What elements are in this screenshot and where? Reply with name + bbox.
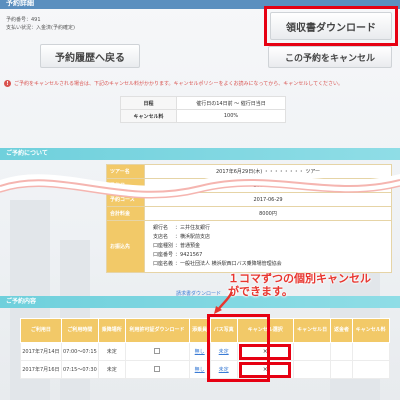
cell-bus-link[interactable]: 未定 xyxy=(209,360,238,379)
cell-cancel-date xyxy=(292,360,332,379)
header-bar: 予約詳細 xyxy=(0,0,400,9)
callout-text: １コマずつの個別キャンセル ができます。 xyxy=(228,272,371,298)
bank-row: 口座番号： 9421567 xyxy=(153,252,203,258)
column-header: キャンセル選択 xyxy=(236,318,294,343)
cell-permit xyxy=(124,360,190,379)
table-header-row: ご利用日 ご利用時間 乗降場所 利用許可証ダウンロード 添乗員 バス写真 キャン… xyxy=(20,318,391,343)
cancel-slot-button[interactable]: × xyxy=(239,361,292,378)
detail-value: 8000円 xyxy=(144,206,392,221)
bank-info: 銀行名：三井住友銀行 支店名：横浜駅前支店 口座種別：普通預金 口座番号： 942… xyxy=(144,220,392,273)
download-icon[interactable] xyxy=(154,365,161,372)
detail-key: お振込先 xyxy=(106,220,145,273)
cancel-notice: ! ご予約をキャンセルされる場合は、下記のキャンセル料がかかります。キャンセルポ… xyxy=(4,80,396,87)
cell-refund xyxy=(330,342,353,361)
table-row: 予約コース 2017-06-29 xyxy=(106,192,392,207)
table-row: 2017年7月14日 07:00〜07:15 未定 無し 未定 × xyxy=(20,342,391,361)
table-row: ツアー名 2017年6月29日(木) ・・・・・・・・ ツアー xyxy=(106,164,392,179)
cell-cancel-select: × xyxy=(236,360,294,379)
cell-permit xyxy=(124,342,190,361)
reservation-number: 予約番号：491 xyxy=(6,17,41,23)
column-header: ご利用時間 xyxy=(60,318,99,343)
column-header: 返金者 xyxy=(330,318,353,343)
receipt-download-button[interactable]: 領収書ダウンロード xyxy=(270,12,392,40)
payment-status: 支払い状況：入金済(予約確定) xyxy=(6,25,75,31)
cancel-slot-button[interactable]: × xyxy=(239,343,292,360)
section-header-about: ご予約について xyxy=(0,148,400,160)
cancel-reservation-button[interactable]: この予約をキャンセル xyxy=(268,46,392,68)
table-row: 合計料金 8000円 xyxy=(106,206,392,221)
cell-cancel-select: × xyxy=(236,342,294,361)
bank-row: 口座種別：普通預金 xyxy=(153,243,201,249)
detail-value: 2017-03-06 xyxy=(144,178,392,193)
policy-value: 催行日の14日前 〜 催行日当日 xyxy=(176,96,286,110)
cell-date: 2017年7月16日 xyxy=(20,360,62,379)
policy-key: 日程 xyxy=(120,96,177,110)
notice-text: ご予約をキャンセルされる場合は、下記のキャンセル料がかかります。キャンセルポリシ… xyxy=(14,81,343,87)
column-header: 利用許可証ダウンロード xyxy=(124,318,190,343)
cell-bus-link[interactable]: 未定 xyxy=(209,342,238,361)
cell-guide-link[interactable]: 無し xyxy=(188,360,211,379)
cell-guide-link[interactable]: 無し xyxy=(188,342,211,361)
cell-cancel-fee xyxy=(351,342,391,361)
detail-key: 予約コース xyxy=(106,192,145,207)
table-row: 予約日 2017-03-06 xyxy=(106,178,392,193)
policy-value: 100% xyxy=(176,109,286,123)
detail-key: 合計料金 xyxy=(106,206,145,221)
column-header: 添乗員 xyxy=(188,318,211,343)
bank-row: 銀行名：三井住友銀行 xyxy=(153,225,211,231)
download-icon[interactable] xyxy=(154,347,161,354)
column-header: キャンセル日 xyxy=(292,318,332,343)
table-row: 日程 催行日の14日前 〜 催行日当日 xyxy=(120,96,286,110)
cell-time: 07:15〜07:30 xyxy=(60,360,99,379)
column-header: バス写真 xyxy=(209,318,238,343)
detail-value: 2017-06-29 xyxy=(144,192,392,207)
cell-cancel-fee xyxy=(351,360,391,379)
arrow-icon xyxy=(214,291,234,314)
cell-place: 未定 xyxy=(97,342,126,361)
policy-key: キャンセル料 xyxy=(120,109,177,123)
table-row: お振込先 銀行名：三井住友銀行 支店名：横浜駅前支店 口座種別：普通預金 口座番… xyxy=(106,220,392,273)
reservation-contents-table: ご利用日 ご利用時間 乗降場所 利用許可証ダウンロード 添乗員 バス写真 キャン… xyxy=(20,318,391,379)
table-row: キャンセル料 100% xyxy=(120,109,286,123)
detail-key: ツアー名 xyxy=(106,164,145,179)
cell-refund xyxy=(330,360,353,379)
column-header: 乗降場所 xyxy=(97,318,126,343)
cancel-policy-table: 日程 催行日の14日前 〜 催行日当日 キャンセル料 100% xyxy=(120,96,286,123)
reservation-detail-table: ツアー名 2017年6月29日(木) ・・・・・・・・ ツアー 予約日 2017… xyxy=(106,164,392,273)
detail-key: 予約日 xyxy=(106,178,145,193)
column-header: キャンセル料 xyxy=(351,318,391,343)
column-header: ご利用日 xyxy=(20,318,62,343)
cell-date: 2017年7月14日 xyxy=(20,342,62,361)
cell-place: 未定 xyxy=(97,360,126,379)
bank-row: 支店名：横浜駅前支店 xyxy=(153,234,211,240)
page-title: 予約詳細 xyxy=(6,0,34,7)
back-to-history-button[interactable]: 予約履歴へ戻る xyxy=(40,44,140,68)
cell-time: 07:00〜07:15 xyxy=(60,342,99,361)
alert-icon: ! xyxy=(4,80,11,87)
bank-row: 口座名義：一般社団法人 横浜駅西口バス乗降場管理協会 xyxy=(153,261,282,267)
cell-cancel-date xyxy=(292,342,332,361)
reservation-meta: 予約番号：491 支払い状況：入金済(予約確定) xyxy=(6,16,75,32)
table-row: 2017年7月16日 07:15〜07:30 未定 無し 未定 × xyxy=(20,360,391,379)
detail-value: 2017年6月29日(木) ・・・・・・・・ ツアー xyxy=(144,164,392,179)
